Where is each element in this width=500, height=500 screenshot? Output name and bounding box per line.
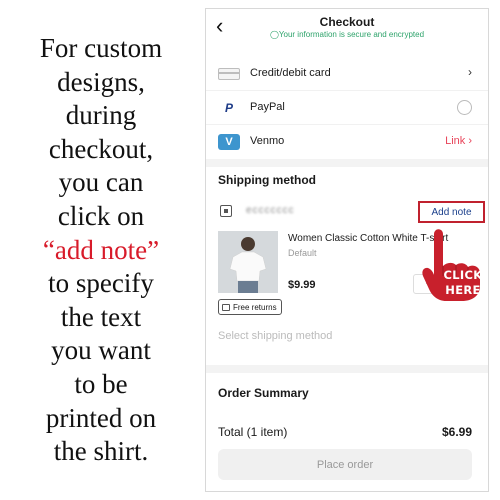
checkout-header: ‹ Checkout ◯Your information is secure a… — [206, 9, 488, 49]
product-image — [218, 231, 278, 293]
select-shipping-method[interactable]: Select shipping method — [218, 330, 332, 342]
order-summary-title: Order Summary — [218, 386, 309, 400]
total-value: $6.99 — [441, 425, 472, 439]
payment-option-paypal[interactable]: P PayPal — [206, 91, 488, 125]
product-price: $9.99 — [288, 279, 316, 291]
store-name: ессссссс — [246, 205, 295, 216]
store-icon — [220, 205, 232, 217]
section-divider — [206, 159, 488, 167]
card-icon — [218, 66, 240, 82]
caption-line: during — [65, 100, 137, 131]
instruction-caption: For custom designs, during checkout, you… — [0, 32, 202, 469]
caption-line: checkout, — [48, 133, 154, 164]
caption-line: designs, — [57, 66, 145, 97]
here-word: HERE — [445, 283, 481, 297]
payment-option-card[interactable]: Credit/debit card › — [206, 57, 488, 91]
caption-line: For custom — [39, 33, 163, 63]
payment-option-label: Venmo — [250, 135, 285, 147]
caption-line: you want — [51, 335, 151, 366]
product-variant: Default — [288, 248, 317, 258]
section-divider — [206, 365, 488, 373]
paypal-radio[interactable] — [457, 100, 472, 115]
caption-line: to specify — [48, 268, 154, 299]
chevron-right-icon: › — [468, 65, 472, 79]
paypal-icon: P — [224, 101, 233, 115]
caption-line: click on — [57, 200, 145, 231]
shipping-method-title: Shipping method — [218, 173, 316, 187]
box-icon — [222, 303, 230, 311]
click-word: CLICK — [443, 268, 483, 282]
free-returns-badge: Free returns — [218, 299, 282, 315]
click-here-label: CLICK HERE — [435, 268, 491, 298]
place-order-button[interactable]: Place order — [218, 449, 472, 480]
secure-notice: ◯Your information is secure and encrypte… — [206, 30, 488, 39]
caption-highlight: “add note” — [42, 234, 160, 265]
free-returns-label: Free returns — [233, 302, 277, 312]
payment-option-label: PayPal — [250, 101, 285, 113]
caption-line: you can — [58, 167, 144, 198]
secure-text: Your information is secure and encrypted — [278, 30, 425, 39]
caption-line: to be — [74, 368, 128, 399]
payment-option-venmo[interactable]: V Venmo Link › — [206, 125, 488, 159]
shield-check-icon: ◯ — [269, 30, 279, 39]
add-note-button[interactable]: Add note — [418, 201, 485, 223]
venmo-link[interactable]: Link › — [445, 135, 472, 147]
page-title: Checkout — [319, 15, 375, 29]
total-label: Total (1 item) — [218, 425, 288, 439]
caption-line: the text — [60, 301, 142, 332]
caption-line: the shirt. — [53, 436, 149, 467]
payment-option-label: Credit/debit card — [250, 67, 331, 79]
venmo-icon: V — [218, 134, 240, 150]
caption-line: printed on — [45, 402, 157, 433]
